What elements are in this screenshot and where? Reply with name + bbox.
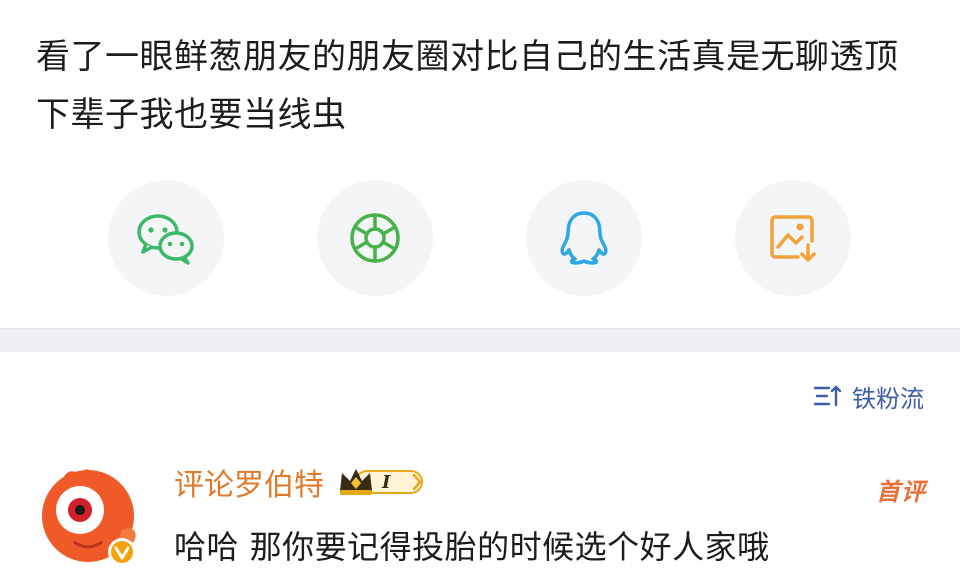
- moments-icon: [350, 213, 400, 263]
- level-text: I: [382, 471, 391, 493]
- post-text: 看了一眼鲜葱朋友的朋友圈对比自己的生活真是无聊透顶 下辈子我也要当线虫: [36, 37, 899, 135]
- share-row: [0, 180, 960, 300]
- comment-body: 评论罗伯特 I 哈哈 那你要记得投胎的时候选个好人家哦: [174, 456, 934, 568]
- share-moments-button[interactable]: [317, 180, 433, 296]
- sort-icon: [813, 385, 842, 407]
- level-badge: I: [336, 465, 434, 499]
- crown-icon: [340, 469, 423, 495]
- first-comment-tag: 首评: [876, 478, 926, 506]
- comment-text: 哈哈 那你要记得投胎的时候选个好人家哦: [174, 528, 770, 566]
- comment-item: 评论罗伯特 I 哈哈 那你要记得投胎的时候选个好人家哦 首评: [34, 456, 934, 576]
- share-qq-button[interactable]: [526, 180, 642, 296]
- section-divider: [0, 328, 960, 352]
- comment-header: 评论罗伯特 I: [174, 456, 934, 508]
- save-image-button[interactable]: [735, 180, 851, 296]
- wechat-icon: [137, 214, 194, 265]
- qq-icon: [560, 211, 608, 265]
- sort-label: 铁粉流: [852, 384, 924, 413]
- sort-toggle[interactable]: 铁粉流: [812, 376, 924, 416]
- share-wechat-button[interactable]: [108, 180, 224, 296]
- avatar[interactable]: [34, 460, 146, 572]
- comment-username[interactable]: 评论罗伯特: [174, 460, 324, 504]
- save-image-icon: [770, 215, 816, 262]
